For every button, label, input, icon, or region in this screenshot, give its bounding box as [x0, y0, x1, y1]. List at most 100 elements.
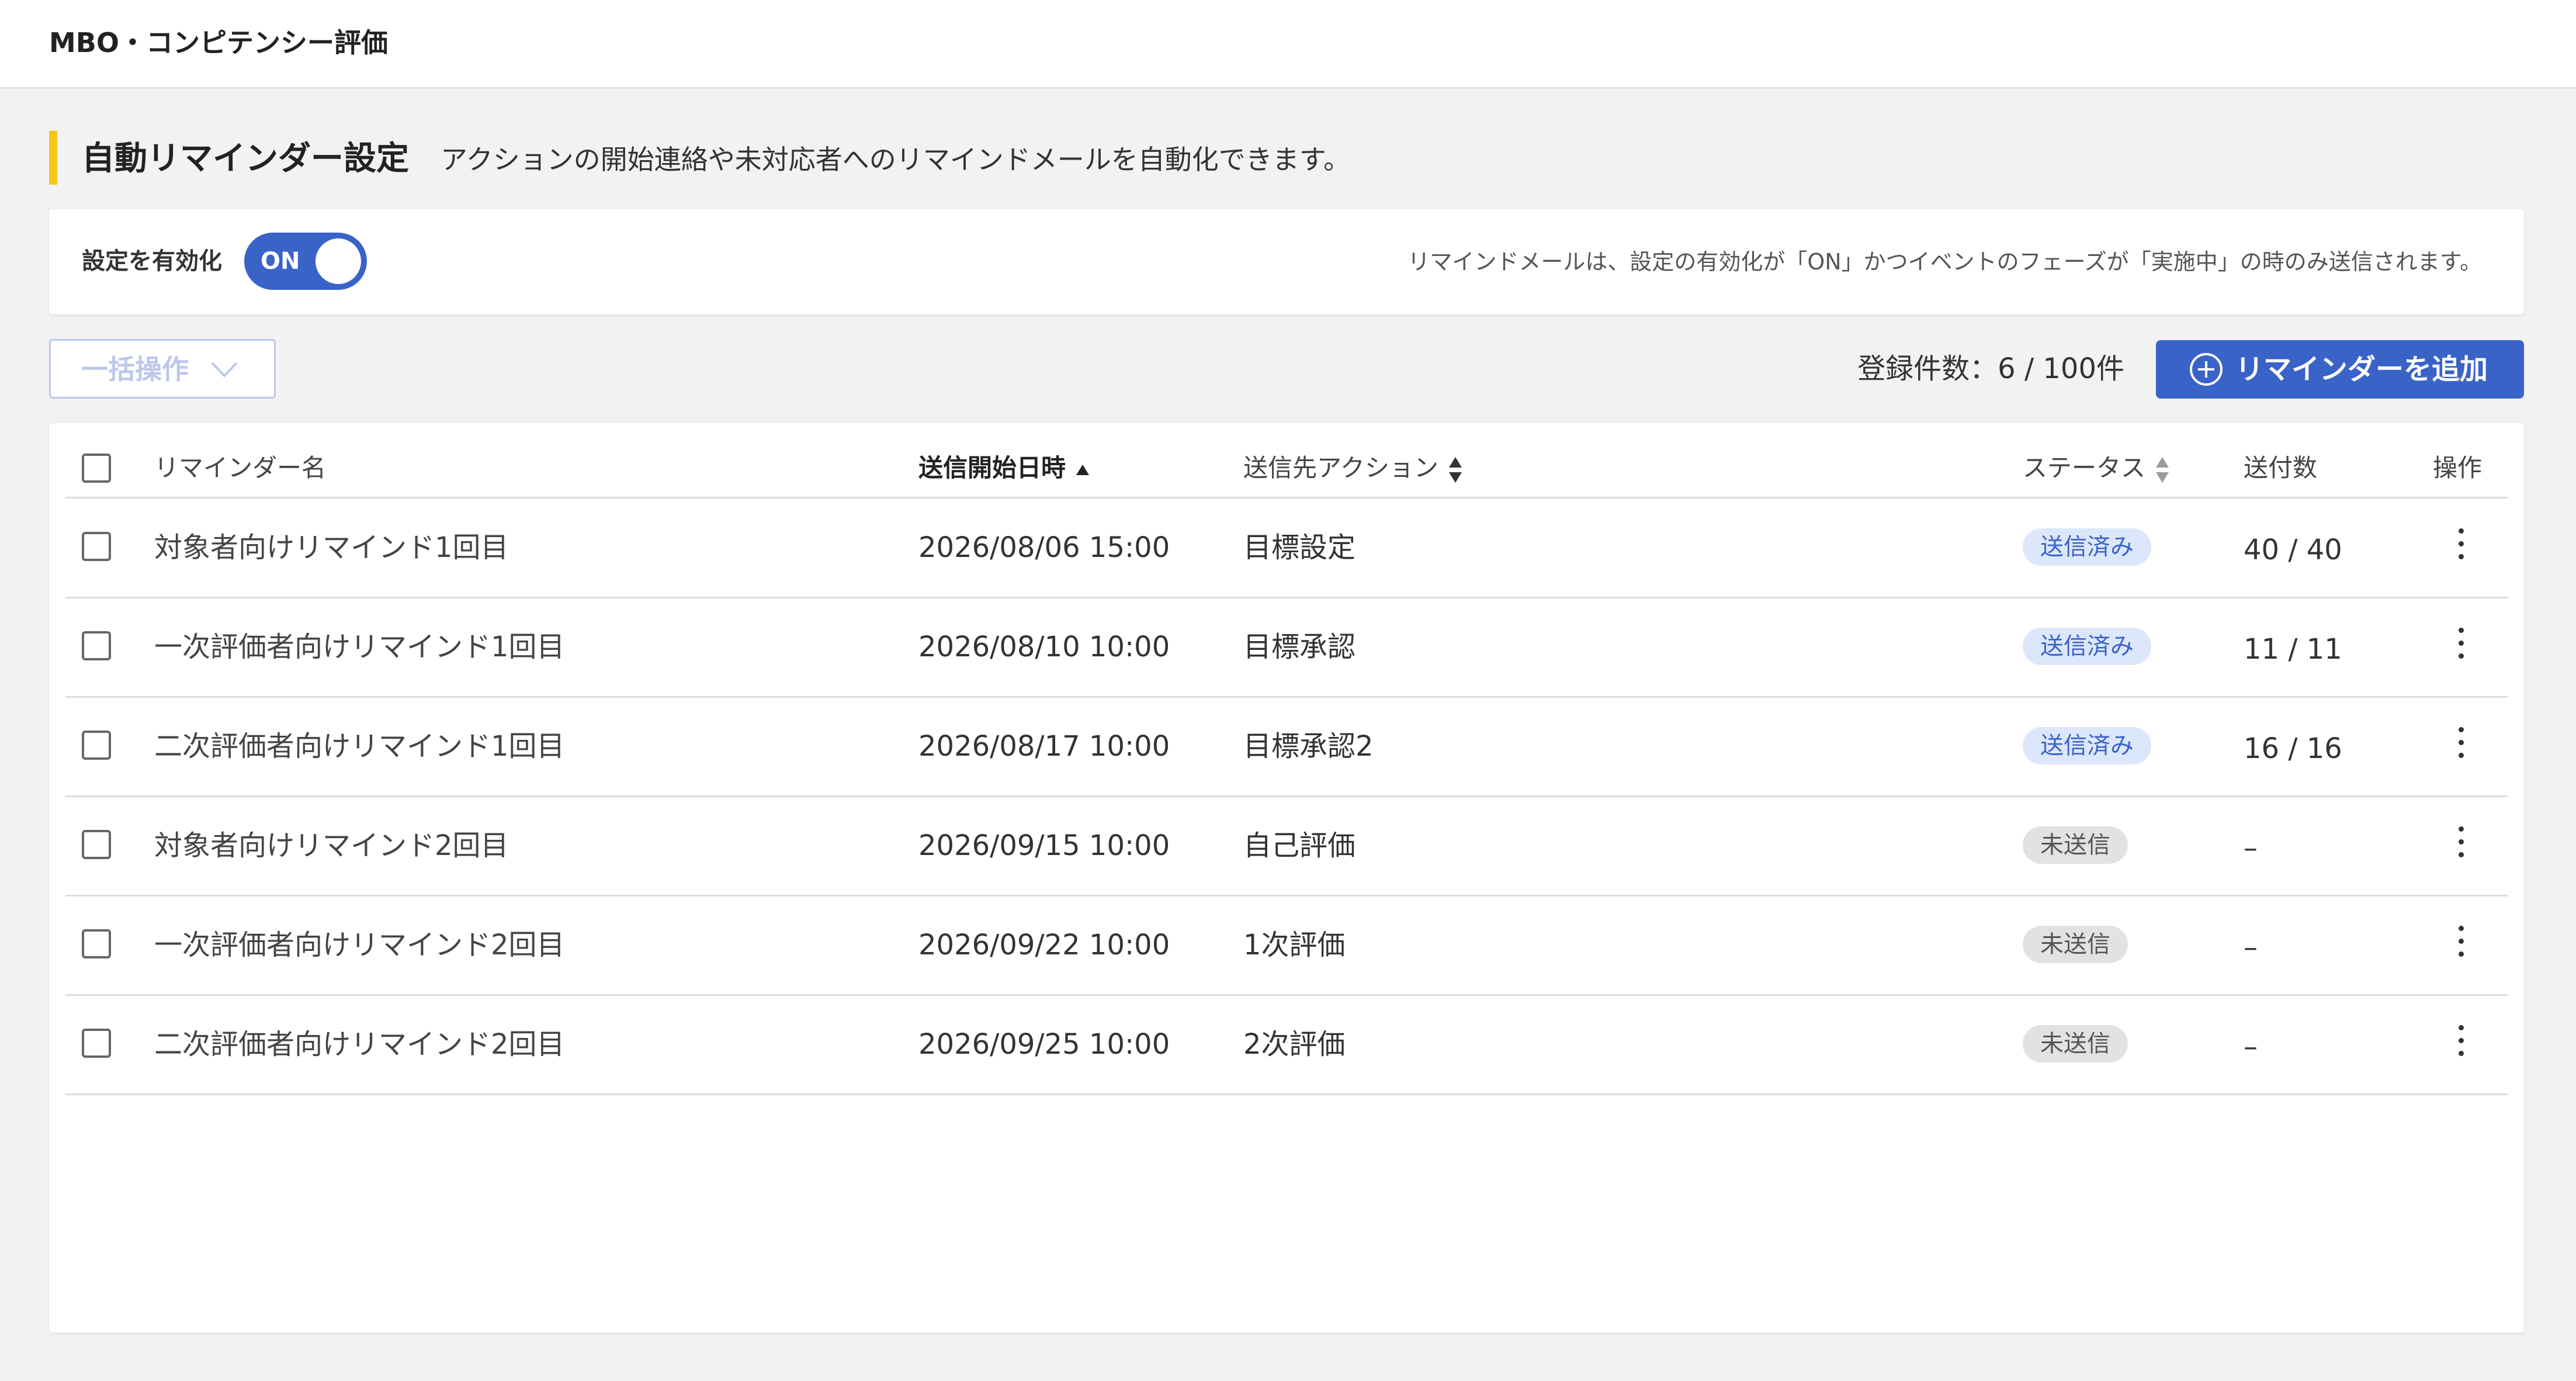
menu-dot [2459, 1038, 2464, 1043]
target-action: 目標承認 [1243, 631, 1356, 663]
settings-note: リマインドメールは、設定の有効化が「ON」かつイベントのフェーズが「実施中」の時… [1407, 249, 2482, 275]
column-header-name: リマインダー名 [154, 454, 327, 482]
bulk-action-button[interactable]: 一括操作 [49, 339, 276, 399]
column-header-action-label: 送信先アクション [1243, 454, 1438, 482]
sent-count: 40 / 40 [2244, 534, 2342, 566]
column-header-sent-count: 送付数 [2244, 454, 2318, 482]
section-accent-bar [49, 131, 57, 185]
menu-dot [2459, 852, 2464, 857]
menu-dot [2459, 554, 2464, 559]
sort-asc-icon [1076, 464, 1090, 475]
table-row: 二次評価者向けリマインド2回目 2026/09/25 10:00 2次評価 未送信 – [49, 996, 2524, 1095]
bulk-action-label: 一括操作 [81, 354, 189, 385]
table-row: 一次評価者向けリマインド1回目 2026/08/10 10:00 目標承認 送信済み 1… [49, 598, 2524, 698]
enable-toggle[interactable]: ON [244, 233, 367, 290]
menu-dot [2459, 939, 2464, 944]
send-datetime: 2026/08/10 10:00 [918, 631, 1170, 663]
plus-circle-icon [2190, 353, 2223, 386]
toggle-state-label: ON [261, 248, 300, 275]
sent-count: 16 / 16 [2244, 732, 2342, 765]
column-header-status[interactable]: ステータス [2023, 450, 2171, 486]
status-badge: 未送信 [2023, 1025, 2128, 1062]
enable-setting-label: 設定を有効化 [82, 248, 222, 275]
app-header: MBO・コンピテンシー評価 [0, 0, 2576, 89]
status-badge: 送信済み [2023, 727, 2151, 764]
sent-count: – [2244, 832, 2258, 864]
row-checkbox[interactable] [82, 1029, 111, 1058]
more-options-icon[interactable] [2443, 1019, 2478, 1066]
section-title: 自動リマインダー設定 [82, 140, 409, 178]
reminder-name: 対象者向けリマインド2回目 [154, 829, 509, 862]
table-row: 一次評価者向けリマインド2回目 2026/09/22 10:00 1次評価 未送信 – [49, 897, 2524, 996]
row-checkbox[interactable] [82, 929, 111, 958]
table-header: リマインダー名 送信開始日時 送信先アクション ステータス 送付数 操作 [49, 423, 2524, 498]
app-title: MBO・コンピテンシー評価 [49, 27, 388, 58]
menu-dot [2459, 628, 2464, 633]
menu-dot [2459, 951, 2464, 957]
reminder-name: 二次評価者向けリマインド1回目 [154, 730, 565, 763]
sort-icon [2156, 456, 2169, 483]
send-datetime: 2026/09/25 10:00 [918, 1028, 1170, 1061]
sent-count: – [2244, 931, 2258, 964]
column-header-datetime[interactable]: 送信開始日時 [918, 450, 1091, 486]
reminder-name: 一次評価者向けリマインド2回目 [154, 929, 565, 961]
status-badge: 送信済み [2023, 628, 2151, 665]
column-header-operation: 操作 [2433, 454, 2483, 482]
column-header-datetime-label: 送信開始日時 [918, 454, 1066, 482]
registration-count: 登録件数：6 / 100件 [1857, 352, 2124, 385]
menu-dot [2459, 740, 2464, 745]
target-action: 1次評価 [1243, 929, 1346, 961]
add-reminder-button[interactable]: リマインダーを追加 [2156, 340, 2524, 399]
target-action: 目標設定 [1243, 531, 1356, 564]
menu-dot [2459, 727, 2464, 732]
more-options-icon[interactable] [2443, 522, 2478, 569]
send-datetime: 2026/09/15 10:00 [918, 829, 1170, 862]
chevron-down-icon [211, 362, 238, 378]
sent-count: – [2244, 1030, 2258, 1063]
target-action: 目標承認2 [1243, 730, 1374, 763]
section-description: アクションの開始連絡や未対応者へのリマインドメールを自動化できます。 [441, 144, 1351, 175]
send-datetime: 2026/08/17 10:00 [918, 730, 1170, 763]
menu-dot [2459, 1051, 2464, 1056]
reminder-name: 二次評価者向けリマインド2回目 [154, 1028, 565, 1061]
table-row: 対象者向けリマインド2回目 2026/09/15 10:00 自己評価 未送信 – [49, 797, 2524, 897]
column-header-status-label: ステータス [2023, 454, 2146, 482]
sent-count: 11 / 11 [2244, 633, 2342, 666]
settings-card: 設定を有効化 ON リマインドメールは、設定の有効化が「ON」かつイベントのフェ… [49, 209, 2524, 314]
target-action: 2次評価 [1243, 1028, 1346, 1061]
row-divider [65, 1093, 2508, 1095]
toggle-knob [316, 238, 361, 284]
target-action: 自己評価 [1243, 829, 1356, 862]
menu-dot [2459, 839, 2464, 844]
menu-dot [2459, 753, 2464, 758]
more-options-icon[interactable] [2443, 622, 2478, 669]
menu-dot [2459, 926, 2464, 931]
row-checkbox[interactable] [82, 731, 111, 760]
menu-dot [2459, 653, 2464, 659]
reminder-table: リマインダー名 送信開始日時 送信先アクション ステータス 送付数 操作 対象者… [49, 423, 2524, 1332]
add-reminder-label: リマインダーを追加 [2235, 353, 2488, 386]
more-options-icon[interactable] [2443, 721, 2478, 768]
row-checkbox[interactable] [82, 631, 111, 660]
row-checkbox[interactable] [82, 830, 111, 859]
table-row: 二次評価者向けリマインド1回目 2026/08/17 10:00 目標承認2 送信済み… [49, 698, 2524, 797]
reminder-name: 一次評価者向けリマインド1回目 [154, 631, 565, 663]
more-options-icon[interactable] [2443, 821, 2478, 867]
menu-dot [2459, 641, 2464, 646]
row-checkbox[interactable] [82, 532, 111, 561]
table-row: 対象者向けリマインド1回目 2026/08/06 15:00 目標設定 送信済み 40 … [49, 499, 2524, 598]
menu-dot [2459, 541, 2464, 546]
menu-dot [2459, 528, 2464, 534]
header-divider [65, 497, 2508, 499]
status-badge: 送信済み [2023, 528, 2151, 566]
status-badge: 未送信 [2023, 826, 2128, 864]
status-badge: 未送信 [2023, 926, 2128, 963]
send-datetime: 2026/09/22 10:00 [918, 929, 1170, 961]
more-options-icon[interactable] [2443, 920, 2478, 967]
column-header-action[interactable]: 送信先アクション [1243, 450, 1464, 486]
select-all-checkbox[interactable] [82, 454, 111, 483]
reminder-name: 対象者向けリマインド1回目 [154, 531, 509, 564]
menu-dot [2459, 826, 2464, 832]
sort-icon [1448, 456, 1462, 483]
menu-dot [2459, 1025, 2464, 1030]
